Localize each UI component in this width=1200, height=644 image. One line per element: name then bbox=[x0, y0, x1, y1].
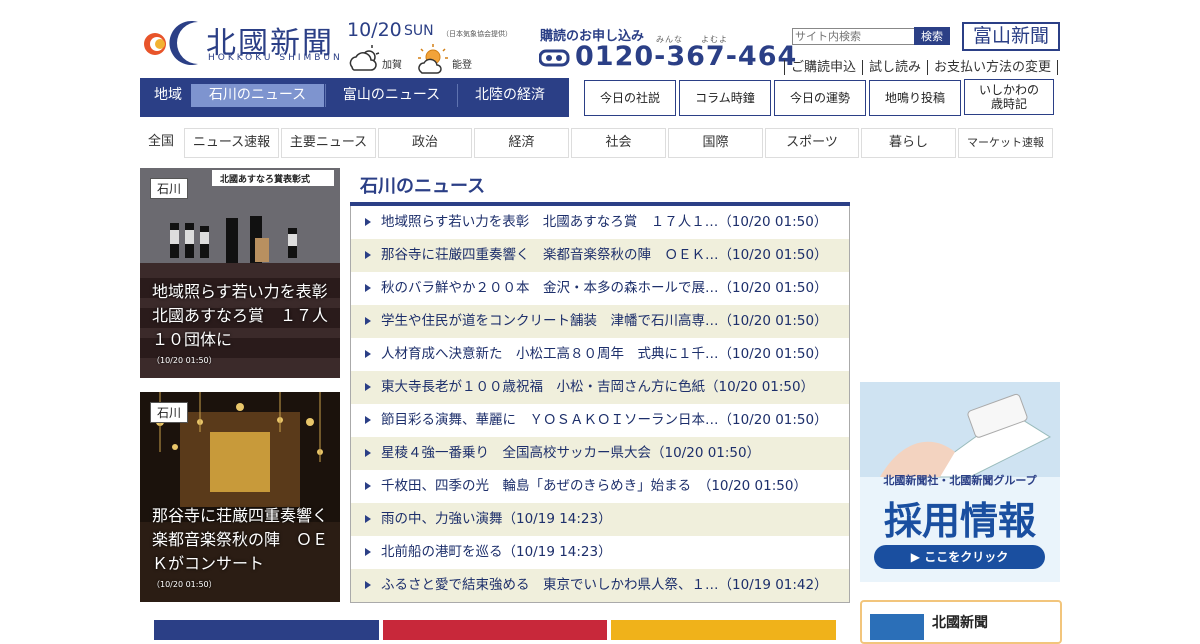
column-jisho-button[interactable]: コラム時鐘 bbox=[679, 80, 771, 116]
triangle-bullet-icon bbox=[365, 218, 371, 226]
photo-headline[interactable]: 地域照らす若い力を表彰 北國あすなろ賞 １７人１０団体に bbox=[152, 280, 340, 352]
photo-card-natadera[interactable]: 石川 那谷寺に荘厳四重奏響く 楽都音楽祭秋の陣 ＯＥＫがコンサート （10/20… bbox=[140, 392, 340, 602]
free-dial-icon bbox=[539, 49, 570, 67]
news-link[interactable]: 人材育成へ決意新た 小松工高８０周年 式典に１千…（10/20 01:50） bbox=[381, 338, 828, 371]
list-item[interactable]: 雨の中、力強い演舞（10/19 14:23） bbox=[351, 503, 849, 536]
triangle-bullet-icon bbox=[365, 449, 371, 457]
search-button[interactable]: 検索 bbox=[914, 27, 950, 45]
saijiki-line-1: いしかわの bbox=[978, 83, 1039, 97]
photo-card-asunaro[interactable]: 北國あすなろ賞表彰式 石川 地域照らす若い力を表彰 北國あすなろ賞 １７人１０団… bbox=[140, 168, 340, 378]
ad-headline: 採用情報 bbox=[883, 499, 1036, 543]
list-item[interactable]: ふるさと愛で結束強める 東京でいしかわ県人祭、１…（10/19 01:42） bbox=[351, 569, 849, 602]
fortune-button[interactable]: 今日の運勢 bbox=[774, 80, 866, 116]
logo-mark-icon[interactable] bbox=[140, 16, 200, 66]
bottom-banner-3[interactable] bbox=[611, 620, 836, 640]
category-market[interactable]: マーケット速報 bbox=[958, 128, 1053, 158]
bottom-banner-2[interactable] bbox=[383, 620, 607, 640]
hokkoku-app-ad[interactable]: 北國新聞 bbox=[860, 600, 1062, 644]
list-item[interactable]: 北前船の港町を巡る（10/19 14:23） bbox=[351, 536, 849, 569]
app-icon bbox=[870, 614, 924, 640]
list-item[interactable]: 節目彩る演舞、華麗に ＹＯＳＡＫＯＩソーラン日本…（10/20 01:50） bbox=[351, 404, 849, 437]
triangle-bullet-icon bbox=[365, 350, 371, 358]
ad-company: 北國新聞社・北國新聞グループ bbox=[883, 474, 1037, 487]
reader-post-button[interactable]: 地鳴り投稿 bbox=[869, 80, 961, 116]
category-politics[interactable]: 政治 bbox=[378, 128, 472, 158]
region-nav: 地域 石川のニュース 富山のニュース 北陸の経済 bbox=[140, 78, 569, 117]
tab-hokuriku-economy[interactable]: 北陸の経済 bbox=[458, 84, 562, 107]
top-links: ご購読申込 試し読み お支払い方法の変更 bbox=[784, 56, 1059, 75]
triangle-bullet-icon bbox=[365, 515, 371, 523]
news-link[interactable]: 千枚田、四季の光 輪島「あぜのきらめき」始まる （10/20 01:50） bbox=[381, 470, 807, 503]
triangle-bullet-icon bbox=[365, 284, 371, 292]
news-link[interactable]: ふるさと愛で結束強める 東京でいしかわ県人祭、１…（10/19 01:42） bbox=[381, 569, 828, 602]
list-item[interactable]: 星稜４強一番乗り 全国高校サッカー県大会（10/20 01:50） bbox=[351, 437, 849, 470]
category-economy[interactable]: 経済 bbox=[474, 128, 569, 158]
weather-area-kaga: 加賀 bbox=[382, 60, 402, 71]
triangle-bullet-icon bbox=[365, 548, 371, 556]
saijiki-line-2: 歳時記 bbox=[990, 97, 1027, 111]
list-item[interactable]: 千枚田、四季の光 輪島「あぜのきらめき」始まる （10/20 01:50） bbox=[351, 470, 849, 503]
category-sports[interactable]: スポーツ bbox=[765, 128, 859, 158]
news-link[interactable]: 地域照らす若い力を表彰 北國あすなろ賞 １７人１…（10/20 01:50） bbox=[381, 206, 827, 239]
triangle-bullet-icon bbox=[365, 416, 371, 424]
news-link[interactable]: 那谷寺に荘厳四重奏響く 楽都音楽祭秋の陣 ＯＥＫ…（10/20 01:50） bbox=[381, 239, 828, 272]
list-item[interactable]: 那谷寺に荘厳四重奏響く 楽都音楽祭秋の陣 ＯＥＫ…（10/20 01:50） bbox=[351, 239, 849, 272]
photo-banner-text: 北國あすなろ賞表彰式 bbox=[220, 175, 311, 185]
news-link[interactable]: 節目彩る演舞、華麗に ＹＯＳＡＫＯＩソーラン日本…（10/20 01:50） bbox=[381, 404, 828, 437]
section-title: 石川のニュース bbox=[360, 176, 486, 197]
day-of-week: SUN bbox=[404, 23, 434, 39]
triangle-bullet-icon bbox=[365, 482, 371, 490]
ad2-title: 北國新聞 bbox=[932, 615, 988, 631]
editorial-button[interactable]: 今日の社説 bbox=[584, 80, 676, 116]
list-item[interactable]: 学生や住民が道をコンクリート舗装 津幡で石川高専…（10/20 01:50） bbox=[351, 305, 849, 338]
news-link[interactable]: 星稜４強一番乗り 全国高校サッカー県大会（10/20 01:50） bbox=[381, 437, 760, 470]
weather-provider-note: （日本気象協会提供） bbox=[442, 30, 512, 38]
category-national[interactable]: 全国 bbox=[140, 128, 182, 156]
list-item[interactable]: 秋のバラ鮮やか２００本 金沢・本多の森ホールで展…（10/20 01:50） bbox=[351, 272, 849, 305]
current-date: 10/20 bbox=[347, 19, 402, 41]
news-link[interactable]: 北前船の港町を巡る（10/19 14:23） bbox=[381, 536, 612, 569]
category-international[interactable]: 国際 bbox=[668, 128, 763, 158]
triangle-bullet-icon bbox=[365, 317, 371, 325]
subscribe-link[interactable]: ご購読申込 bbox=[784, 60, 863, 75]
ishikawa-saijiki-button[interactable]: いしかわの 歳時記 bbox=[964, 79, 1054, 115]
trial-link[interactable]: 試し読み bbox=[862, 60, 928, 75]
payment-change-link[interactable]: お支払い方法の変更 bbox=[927, 60, 1059, 75]
list-item[interactable]: 東大寺長老が１００歳祝福 小松・吉岡さん方に色紙（10/20 01:50） bbox=[351, 371, 849, 404]
list-item[interactable]: 地域照らす若い力を表彰 北國あすなろ賞 １７人１…（10/20 01:50） bbox=[351, 206, 849, 239]
photo-tag: 石川 bbox=[150, 178, 189, 199]
photo-headline[interactable]: 那谷寺に荘厳四重奏響く 楽都音楽祭秋の陣 ＯＥＫがコンサート bbox=[152, 504, 340, 576]
photo-tag: 石川 bbox=[150, 402, 189, 423]
triangle-bullet-icon bbox=[365, 383, 371, 391]
cloud-sun-icon bbox=[349, 45, 380, 71]
recruit-ad-banner[interactable]: 北國新聞社・北國新聞グループ 採用情報 ▶ ここをクリック bbox=[860, 382, 1060, 582]
list-item[interactable]: 人材育成へ決意新た 小松工高８０周年 式典に１千…（10/20 01:50） bbox=[351, 338, 849, 371]
weather-area-noto: 能登 bbox=[452, 60, 472, 71]
category-living[interactable]: 暮らし bbox=[861, 128, 956, 158]
toyama-shimbun-button[interactable]: 富山新聞 bbox=[962, 22, 1060, 51]
phone-number[interactable]: 0120-367-464 bbox=[575, 41, 797, 72]
triangle-bullet-icon bbox=[365, 581, 371, 589]
photo-timestamp: （10/20 01:50） bbox=[152, 356, 217, 365]
photo-timestamp: （10/20 01:50） bbox=[152, 580, 217, 589]
category-society[interactable]: 社会 bbox=[571, 128, 666, 158]
ad-click-button[interactable]: ▶ ここをクリック bbox=[874, 545, 1045, 569]
category-breaking[interactable]: ニュース速報 bbox=[184, 128, 279, 158]
sun-cloud-icon bbox=[418, 44, 448, 74]
category-top-news[interactable]: 主要ニュース bbox=[281, 128, 376, 158]
site-search-input[interactable] bbox=[792, 28, 916, 45]
tab-ishikawa-news[interactable]: 石川のニュース bbox=[191, 84, 324, 107]
news-list: 地域照らす若い力を表彰 北國あすなろ賞 １７人１…（10/20 01:50） 那… bbox=[350, 206, 850, 603]
news-link[interactable]: 秋のバラ鮮やか２００本 金沢・本多の森ホールで展…（10/20 01:50） bbox=[381, 272, 828, 305]
triangle-bullet-icon bbox=[365, 251, 371, 259]
news-link[interactable]: 東大寺長老が１００歳祝福 小松・吉岡さん方に色紙（10/20 01:50） bbox=[381, 371, 814, 404]
tab-toyama-news[interactable]: 富山のニュース bbox=[326, 84, 457, 107]
logo-subtitle: HOKKOKU SHIMBUN bbox=[208, 53, 343, 63]
news-link[interactable]: 学生や住民が道をコンクリート舗装 津幡で石川高専…（10/20 01:50） bbox=[381, 305, 828, 338]
news-link[interactable]: 雨の中、力強い演舞（10/19 14:23） bbox=[381, 503, 612, 536]
region-nav-label: 地域 bbox=[154, 87, 182, 103]
bottom-banner-1[interactable] bbox=[154, 620, 379, 640]
